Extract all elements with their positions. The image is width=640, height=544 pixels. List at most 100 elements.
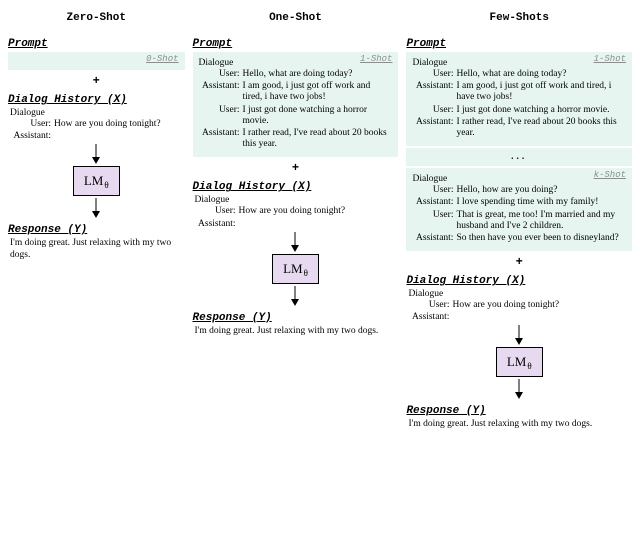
prompt-header-one: Prompt <box>193 38 399 50</box>
role-user: User: <box>412 105 456 116</box>
turn: User:Hello, what are doing today? <box>199 69 393 80</box>
utterance: I rather read, I've read about 20 books … <box>456 117 626 139</box>
turn: User:I just got done watching a horror m… <box>412 105 626 116</box>
prompt-box-few-1: 1-Shot Dialogue User:Hello, what are doi… <box>406 52 632 146</box>
prompt-header-zero: Prompt <box>8 38 185 50</box>
utterance: I just got done watching a horror movie. <box>456 105 626 116</box>
response-header-one: Response (Y) <box>193 312 399 324</box>
lm-box: LMθ <box>496 347 543 377</box>
role-assistant: Assistant: <box>412 81 456 103</box>
role-assistant: Assistant: <box>412 233 456 244</box>
col-title-zero: Zero-Shot <box>67 12 126 24</box>
prompt-box-few-k: k-Shot Dialogue User:Hello, how are you … <box>406 168 632 251</box>
turn: Assistant:I am good, i just got off work… <box>199 81 393 103</box>
response-header-few: Response (Y) <box>406 405 632 417</box>
utterance: How are you doing tonight? <box>54 119 185 130</box>
dialog-history-few: Dialogue User:How are you doing tonight?… <box>406 289 632 323</box>
turn: User:How are you doing tonight? <box>195 206 399 217</box>
lm-label: LM <box>507 354 527 370</box>
role-user: User: <box>412 210 456 232</box>
lm-box: LMθ <box>272 254 319 284</box>
shot-tag-few-1: 1-Shot <box>594 54 626 64</box>
utterance: So then have you ever been to disneyland… <box>456 233 626 244</box>
utterance: I rather read, I've read about 20 books … <box>243 128 393 150</box>
lm-label: LM <box>283 261 303 277</box>
role-user: User: <box>412 69 456 80</box>
plus-few: + <box>406 255 632 269</box>
role-user: User: <box>412 185 456 196</box>
dialogue-label: Dialogue <box>10 108 185 118</box>
role-user: User: <box>195 206 239 217</box>
role-assistant: Assistant: <box>195 219 239 229</box>
turn: Assistant: <box>408 312 632 322</box>
plus-zero: + <box>8 74 185 88</box>
response-text-zero: I'm doing great. Just relaxing with my t… <box>8 238 185 261</box>
arrow-down-icon <box>89 198 103 218</box>
lm-sub: θ <box>304 268 308 278</box>
utterance: I just got done watching a horror movie. <box>243 105 393 127</box>
turn: User: How are you doing tonight? <box>10 119 185 130</box>
response-header-zero: Response (Y) <box>8 224 185 236</box>
utterance: I love spending time with my family! <box>456 197 626 208</box>
role-user: User: <box>199 69 243 80</box>
utterance <box>239 219 399 229</box>
utterance: I am good, i just got off work and tired… <box>243 81 393 103</box>
turn: User:How are you doing tonight? <box>408 300 632 311</box>
utterance: Hello, what are doing today? <box>243 69 393 80</box>
turn: Assistant:So then have you ever been to … <box>412 233 626 244</box>
prompt-box-zero: 0-Shot <box>8 52 185 70</box>
diagram-columns: Zero-Shot Prompt 0-Shot + Dialog History… <box>8 12 632 431</box>
role-assistant: Assistant: <box>10 131 54 141</box>
col-title-few: Few-Shots <box>490 12 549 24</box>
turn: Assistant:I love spending time with my f… <box>412 197 626 208</box>
role-assistant: Assistant: <box>199 81 243 103</box>
turn: Assistant: <box>195 219 399 229</box>
lm-sub: θ <box>104 180 108 190</box>
dialog-history-header-one: Dialog History (X) <box>193 181 399 193</box>
dialog-history-header-zero: Dialog History (X) <box>8 94 185 106</box>
lm-label: LM <box>84 173 104 189</box>
prompt-box-one: 1-Shot Dialogue User:Hello, what are doi… <box>193 52 399 157</box>
turn: User:That is great, me too! I'm married … <box>412 210 626 232</box>
role-assistant: Assistant: <box>408 312 452 322</box>
shot-tag-one: 1-Shot <box>360 54 392 64</box>
shot-tag-few-k: k-Shot <box>594 170 626 180</box>
role-assistant: Assistant: <box>412 197 456 208</box>
utterance: That is great, me too! I'm married and m… <box>456 210 626 232</box>
arrow-down-icon <box>288 286 302 306</box>
turn: Assistant:I rather read, I've read about… <box>199 128 393 150</box>
role-user: User: <box>408 300 452 311</box>
dialogue-label: Dialogue <box>408 289 632 299</box>
col-title-one: One-Shot <box>269 12 322 24</box>
role-assistant: Assistant: <box>412 117 456 139</box>
response-text-few: I'm doing great. Just relaxing with my t… <box>406 419 632 430</box>
arrow-down-icon <box>288 232 302 252</box>
turn: Assistant: <box>10 131 185 141</box>
dialogue-label: Dialogue <box>195 195 399 205</box>
shot-tag-zero: 0-Shot <box>146 54 178 64</box>
ellipsis: ... <box>406 148 632 166</box>
lm-box: LMθ <box>73 166 120 196</box>
role-user: User: <box>199 105 243 127</box>
arrow-down-icon <box>512 325 526 345</box>
col-few-shots: Few-Shots Prompt 1-Shot Dialogue User:He… <box>406 12 632 431</box>
utterance: Hello, how are you doing? <box>456 185 626 196</box>
dialog-history-zero: Dialogue User: How are you doing tonight… <box>8 108 185 142</box>
lm-sub: θ <box>527 361 531 371</box>
col-one-shot: One-Shot Prompt 1-Shot Dialogue User:Hel… <box>193 12 399 337</box>
utterance <box>452 312 632 322</box>
turn: User:Hello, what are doing today? <box>412 69 626 80</box>
role-user: User: <box>10 119 54 130</box>
turn: User:I just got done watching a horror m… <box>199 105 393 127</box>
utterance: I am good, i just got off work and tired… <box>456 81 626 103</box>
prompt-box-few-dots: ... <box>406 148 632 166</box>
role-assistant: Assistant: <box>199 128 243 150</box>
col-zero-shot: Zero-Shot Prompt 0-Shot + Dialog History… <box>8 12 185 261</box>
arrow-down-icon <box>89 144 103 164</box>
response-text-one: I'm doing great. Just relaxing with my t… <box>193 326 399 337</box>
dialog-history-header-few: Dialog History (X) <box>406 275 632 287</box>
plus-one: + <box>193 161 399 175</box>
utterance: How are you doing tonight? <box>452 300 632 311</box>
turn: Assistant:I am good, i just got off work… <box>412 81 626 103</box>
prompt-header-few: Prompt <box>406 38 632 50</box>
